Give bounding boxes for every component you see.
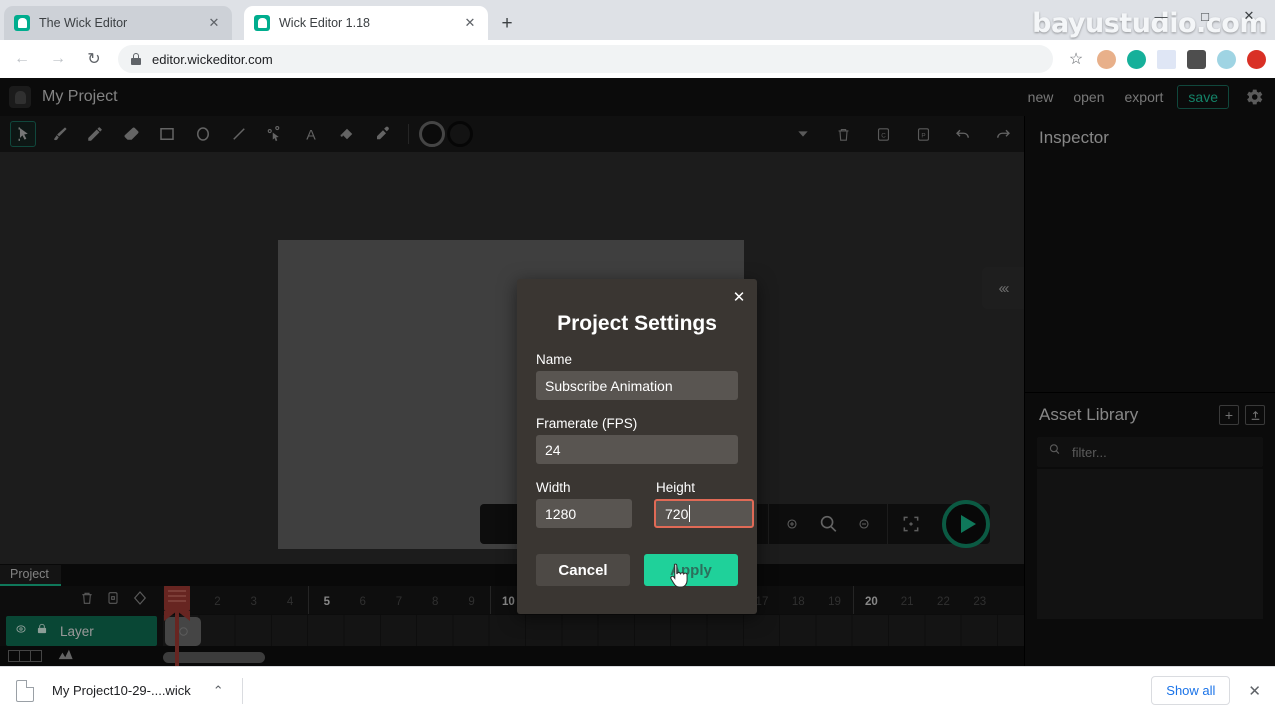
mouse-cursor-icon (668, 562, 690, 590)
lock-icon (130, 53, 142, 65)
maximize-icon[interactable]: □ (1183, 1, 1227, 31)
height-input[interactable]: 720 (654, 499, 754, 528)
puzzle-extensions-icon[interactable] (1181, 44, 1211, 74)
width-label: Width (536, 480, 571, 495)
width-input[interactable]: 1280 (536, 499, 632, 528)
wick-ghost-icon (254, 15, 270, 31)
height-label: Height (656, 480, 696, 495)
tab-close-icon[interactable]: ✕ (206, 15, 222, 31)
tab-title: Wick Editor 1.18 (279, 16, 371, 30)
tab-title: The Wick Editor (39, 16, 128, 30)
modal-buttons: Cancel Apply (536, 554, 738, 588)
download-file-name[interactable]: My Project10-29-....wick (52, 683, 191, 698)
show-all-button[interactable]: Show all (1151, 676, 1231, 705)
back-icon[interactable]: ← (8, 45, 36, 73)
google-translate-extension-icon[interactable] (1151, 44, 1181, 74)
framerate-label: Framerate (FPS) (536, 416, 638, 431)
pushbullet-extension-icon[interactable] (1121, 44, 1151, 74)
name-label: Name (536, 352, 573, 367)
width-field-group: Width 1280 (517, 480, 637, 528)
address-bar[interactable]: editor.wickeditor.com (118, 45, 1053, 73)
project-settings-modal: ✕ Project Settings Name Subscribe Animat… (517, 279, 757, 614)
new-tab-button[interactable]: + (494, 12, 520, 38)
forward-icon[interactable]: → (44, 45, 72, 73)
tiger-profile-icon[interactable] (1211, 44, 1241, 74)
browser-tab-strip: The Wick Editor ✕ Wick Editor 1.18 ✕ + b… (0, 0, 1275, 40)
apply-button[interactable]: Apply (644, 554, 738, 588)
bookmark-star-icon[interactable]: ☆ (1061, 44, 1091, 74)
tab-close-icon[interactable]: ✕ (462, 15, 478, 31)
close-window-icon[interactable]: ✕ (1227, 1, 1271, 31)
upload-extension-icon[interactable] (1241, 44, 1271, 74)
name-input[interactable]: Subscribe Animation (536, 371, 738, 400)
size-fields-row: Width 1280 Height 720 (517, 480, 757, 528)
browser-toolbar: ← → ↻ editor.wickeditor.com ☆ (0, 40, 1275, 78)
reload-icon[interactable]: ↻ (80, 45, 108, 73)
modal-title: Project Settings (557, 312, 717, 335)
framerate-input[interactable]: 24 (536, 435, 738, 464)
chevron-up-icon[interactable]: ⌃ (213, 683, 224, 699)
cancel-button[interactable]: Cancel (536, 554, 630, 586)
wick-editor-app: My Project new open export save A C P ‹‹… (0, 78, 1275, 676)
download-bar: My Project10-29-....wick ⌃ Show all ✕ (0, 666, 1275, 714)
height-field-group: Height 720 (637, 480, 757, 528)
wick-ghost-icon (14, 15, 30, 31)
monkey-extension-icon[interactable] (1091, 44, 1121, 74)
height-input-value: 720 (665, 505, 689, 522)
text-caret (689, 505, 691, 522)
document-icon (16, 679, 34, 702)
url-text: editor.wickeditor.com (152, 51, 273, 67)
window-controls: — □ ✕ (1139, 0, 1271, 32)
minimize-icon[interactable]: — (1139, 1, 1183, 31)
browser-extension-tray: ☆ (1061, 44, 1275, 74)
browser-tab-0[interactable]: The Wick Editor ✕ (4, 6, 232, 40)
close-download-bar-icon[interactable]: ✕ (1248, 682, 1261, 700)
browser-tab-1[interactable]: Wick Editor 1.18 ✕ (244, 6, 488, 40)
close-icon[interactable]: ✕ (729, 287, 749, 307)
download-bar-divider (241, 677, 243, 704)
